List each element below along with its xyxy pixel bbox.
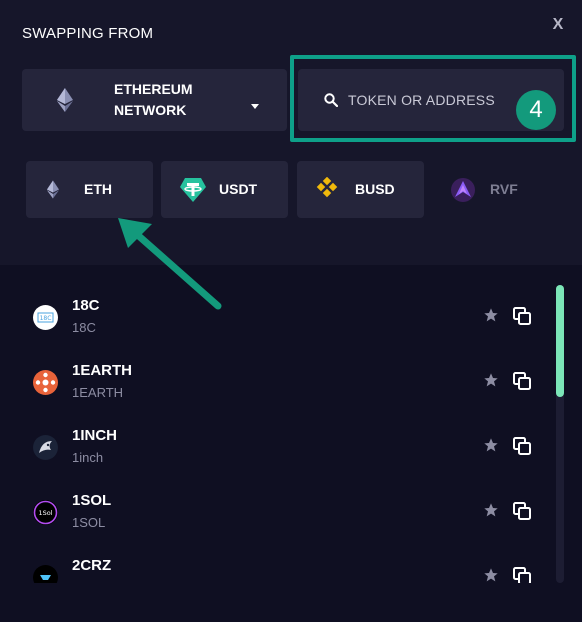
- ethereum-icon: [57, 88, 73, 117]
- list-item[interactable]: 18C 18C 18C: [0, 283, 560, 348]
- token-2crz-icon: [33, 565, 58, 583]
- search-icon: [324, 93, 339, 112]
- list-item[interactable]: 1INCH 1inch: [0, 413, 560, 478]
- token-symbol: 2CRZ: [72, 557, 112, 574]
- scrollbar-thumb[interactable]: [556, 285, 564, 397]
- quick-token-label: ETH: [84, 181, 112, 197]
- token-symbol: 1INCH: [72, 427, 118, 444]
- copy-icon[interactable]: [513, 372, 531, 395]
- token-name: 1SOL: [72, 515, 106, 530]
- star-icon[interactable]: [483, 502, 499, 523]
- star-icon[interactable]: [483, 567, 499, 583]
- token-symbol: 1EARTH: [72, 362, 133, 379]
- copy-icon[interactable]: [513, 307, 531, 330]
- list-item[interactable]: 1Sol 1SOL 1SOL: [0, 478, 560, 543]
- copy-icon[interactable]: [513, 437, 531, 460]
- quick-token-label: BUSD: [355, 181, 395, 197]
- quick-token-busd[interactable]: BUSD: [297, 161, 424, 218]
- ethereum-icon: [47, 180, 59, 204]
- network-selector[interactable]: ETHEREUM NETWORK: [22, 69, 287, 131]
- token-name: 18C: [72, 320, 96, 335]
- close-button[interactable]: X: [547, 14, 569, 36]
- star-icon[interactable]: [483, 372, 499, 393]
- close-icon: X: [552, 16, 564, 33]
- step-badge: 4: [516, 90, 556, 130]
- token-name: 1inch: [72, 450, 104, 465]
- token-1sol-icon: 1Sol: [33, 500, 58, 525]
- rvf-icon: [450, 177, 476, 208]
- token-list[interactable]: 18C 18C 18C 1EARTH 1EARTH 1INCH 1inch 1S…: [0, 283, 582, 583]
- chevron-down-icon: [250, 97, 260, 115]
- search-input[interactable]: [348, 85, 518, 115]
- network-label: ETHEREUM NETWORK: [114, 81, 193, 118]
- copy-icon[interactable]: [513, 567, 531, 583]
- token-1inch-icon: [33, 435, 58, 460]
- quick-token-label: USDT: [219, 181, 258, 197]
- token-1earth-icon: [33, 370, 58, 395]
- token-symbol: 1SOL: [72, 492, 112, 509]
- svg-text:18C: 18C: [40, 315, 52, 322]
- quick-token-label: RVF: [490, 181, 518, 197]
- page-title: SWAPPING FROM: [22, 25, 154, 42]
- svg-text:1Sol: 1Sol: [38, 509, 52, 517]
- binance-icon: [315, 176, 339, 206]
- copy-icon[interactable]: [513, 502, 531, 525]
- tether-icon: [179, 177, 207, 208]
- star-icon[interactable]: [483, 437, 499, 458]
- list-item[interactable]: 2CRZ: [0, 543, 560, 583]
- token-symbol: 18C: [72, 297, 100, 314]
- token-name: 1EARTH: [72, 385, 124, 400]
- list-item[interactable]: 1EARTH 1EARTH: [0, 348, 560, 413]
- quick-token-rvf[interactable]: RVF: [432, 161, 559, 218]
- star-icon[interactable]: [483, 307, 499, 328]
- token-18c-icon: 18C: [33, 305, 58, 330]
